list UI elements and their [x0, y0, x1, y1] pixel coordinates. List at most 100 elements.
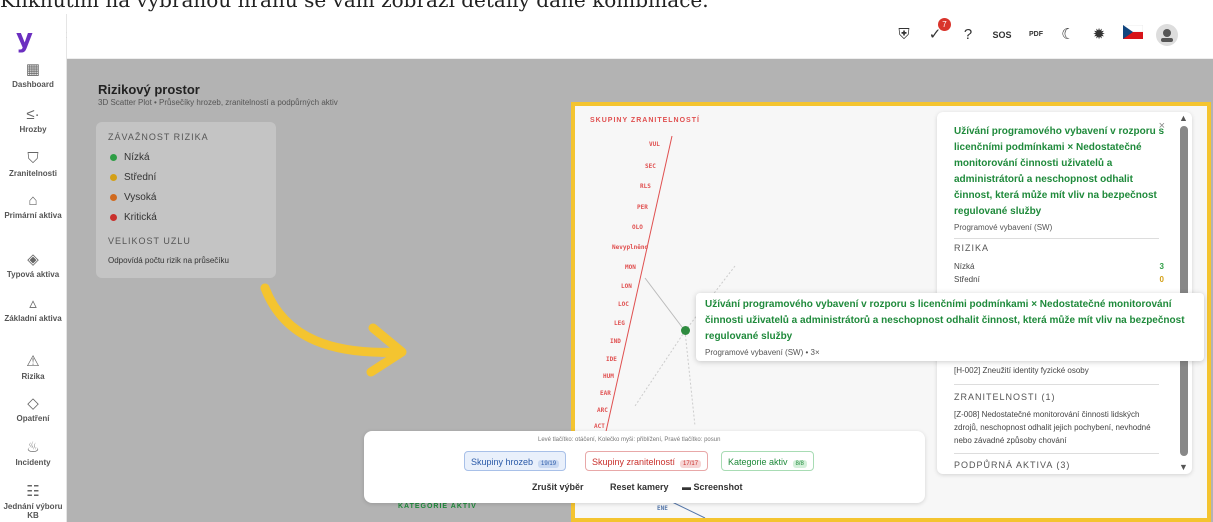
sidebar-item-label: Základní aktiva — [4, 314, 62, 323]
page-title: Rizikový prostor — [98, 82, 200, 97]
chip-label: Skupiny hrozeb — [471, 457, 534, 467]
page-caption: Kliknutím na vybranou hranu se vám zobra… — [0, 0, 709, 12]
fire-icon: ♨ — [26, 439, 40, 456]
sidebar-item-hrozby[interactable]: ≤· Hrozby — [0, 106, 66, 134]
tooltip-subtitle: Programové vybavení (SW) • 3× — [705, 348, 820, 357]
security-icon[interactable]: ⛨ — [893, 24, 915, 46]
app-logo[interactable]: y — [16, 24, 33, 54]
sidebar-item-zranitelnosti[interactable]: ⛉ Zranitelnosti — [0, 150, 66, 178]
tasks-icon[interactable]: ✓ 7 — [924, 18, 951, 46]
pdf-button[interactable]: PDF — [1025, 24, 1047, 46]
sos-button[interactable]: SOS — [991, 24, 1013, 46]
legend-label: Střední — [124, 172, 157, 183]
building-icon: ⌂ — [28, 192, 38, 209]
risk-row-nizka: Nízká 3 — [954, 262, 1164, 271]
bandage-icon: ◇ — [27, 395, 39, 412]
notification-badge: 7 — [938, 18, 951, 31]
axis-label-ide: IDE — [606, 356, 617, 363]
assets-heading: PODPŮRNÁ AKTIVA (3) — [954, 460, 1071, 470]
badge-icon[interactable]: ✹ — [1088, 24, 1110, 46]
risks-heading: RIZIKA — [954, 243, 990, 253]
risk-node[interactable] — [681, 326, 690, 335]
controls-hint: Levé tlačítko: otáčení, Kolečko myši: př… — [538, 437, 721, 443]
reset-camera-button[interactable]: Reset kamery — [610, 482, 669, 492]
help-icon[interactable]: ? — [957, 24, 979, 46]
sidebar-item-opatreni[interactable]: ◇ Opatření — [0, 394, 66, 423]
dashboard-icon: ▦ — [25, 61, 41, 78]
sidebar-item-label: Rizika — [21, 372, 45, 381]
size-heading: VELIKOST UZLU — [108, 236, 191, 246]
moon-icon[interactable]: ☾ — [1057, 24, 1079, 46]
divider — [954, 453, 1159, 454]
sidebar-item-jednani-vyboru[interactable]: ☷ Jednání výboru KB — [0, 482, 66, 520]
shapes-icon: ▵ — [29, 295, 37, 312]
vulnerability-item: [Z-008] Nedostatečné monitorování činnos… — [954, 410, 1151, 445]
top-bar: ⛨ ✓ 7 ? SOS PDF ☾ ✹ — [67, 14, 1213, 59]
tooltip-title: Užívání programového vybavení v rozporu … — [705, 299, 1185, 342]
screenshot-button[interactable]: ▬ Screenshot — [682, 482, 743, 492]
camera-icon: ▬ — [682, 482, 694, 492]
people-icon: ☷ — [26, 483, 40, 500]
legend-dot — [110, 173, 117, 181]
legend-label: Nízká — [124, 152, 150, 163]
sidebar-item-typova-aktiva[interactable]: ◈ Typová aktiva — [0, 250, 66, 279]
sidebar-item-dashboard[interactable]: ▦ Dashboard — [0, 60, 66, 89]
screenshot-label: Screenshot — [693, 482, 743, 492]
bottom-axis-label: ENE — [657, 505, 668, 512]
axis-label-arc: ARC — [597, 407, 608, 414]
annotation-arrow — [260, 283, 407, 377]
axis-label-olo: OLO — [632, 224, 643, 231]
axis-label-vul: VUL — [649, 141, 660, 148]
flag-cz-icon[interactable] — [1122, 24, 1144, 46]
axis-label-sec: SEC — [645, 163, 656, 170]
sidebar-item-primarni-aktiva[interactable]: ⌂ Primární aktiva — [0, 192, 66, 220]
legend-dot — [110, 153, 117, 161]
divider — [954, 384, 1159, 385]
chip-count: 19/19 — [538, 460, 560, 468]
axis-label-ind: IND — [610, 338, 621, 345]
risk-row-stredni: Střední 0 — [954, 275, 1164, 284]
legend-panel: ZÁVAŽNOST RIZIKA Nízká Střední Vysoká Kr… — [96, 122, 276, 278]
sidebar-item-zakladni-aktiva[interactable]: ▵ Základní aktiva — [0, 294, 66, 323]
scrollbar[interactable] — [1180, 126, 1188, 456]
axis-label-lon: LON — [621, 283, 632, 290]
scroll-down-icon[interactable]: ▼ — [1179, 462, 1188, 472]
bottom-axis-title: KATEGORIE AKTIV — [398, 503, 477, 510]
size-description: Odpovídá počtu rizik na průsečíku — [108, 256, 229, 265]
chip-vulnerability-groups[interactable]: Skupiny zranitelností 17/17 — [585, 451, 709, 471]
clear-selection-button[interactable]: Zrušit výběr — [532, 482, 584, 492]
chip-label: Skupiny zranitelností — [592, 457, 676, 467]
risk-label: Střední — [954, 275, 980, 284]
axis-label-rls: RLS — [640, 183, 651, 190]
legend-item-kriticka: Kritická — [110, 212, 157, 223]
user-avatar-icon[interactable] — [1156, 24, 1178, 46]
sidebar-item-label: Opatření — [16, 414, 50, 423]
axis-label-loc: LOC — [618, 301, 629, 308]
detail-title: Užívání programového vybavení v rozporu … — [954, 126, 1165, 217]
severity-heading: ZÁVAŽNOST RIZIKA — [108, 132, 209, 142]
legend-item-vysoka: Vysoká — [110, 192, 156, 203]
warning-icon: ⚠ — [26, 353, 40, 370]
sidebar-item-label: Jednání výboru KB — [3, 502, 63, 520]
sidebar-item-incidenty[interactable]: ♨ Incidenty — [0, 438, 66, 467]
hover-tooltip: Užívání programového vybavení v rozporu … — [696, 293, 1204, 361]
sidebar-item-label: Primární aktiva — [4, 211, 62, 220]
legend-label: Kritická — [124, 212, 157, 223]
tag-icon: ◈ — [27, 251, 39, 268]
controls-panel: Levé tlačítko: otáčení, Kolečko myši: př… — [364, 431, 925, 503]
sidebar-item-rizika[interactable]: ⚠ Rizika — [0, 352, 66, 381]
sidebar-item-label: Dashboard — [12, 80, 54, 89]
risk-label: Nízká — [954, 262, 975, 271]
sidebar: y › ▦ Dashboard ≤· Hrozby ⛉ Zranitelnost… — [0, 14, 71, 522]
axis-label-mon: MON — [625, 264, 636, 271]
chip-asset-categories[interactable]: Kategorie aktiv 8/8 — [721, 451, 814, 471]
close-icon[interactable]: × — [1159, 120, 1165, 132]
sidebar-item-label: Incidenty — [15, 458, 51, 467]
megaphone-icon: ≤· — [26, 106, 40, 123]
chip-threat-groups[interactable]: Skupiny hrozeb 19/19 — [464, 451, 567, 471]
scroll-up-icon[interactable]: ▲ — [1179, 113, 1188, 123]
threat-item: [H-002] Zneužití identity fyzické osoby — [954, 366, 1089, 375]
divider — [954, 238, 1159, 239]
axis-label-ear: EAR — [600, 390, 611, 397]
axis-label-leg: LEG — [614, 320, 625, 327]
